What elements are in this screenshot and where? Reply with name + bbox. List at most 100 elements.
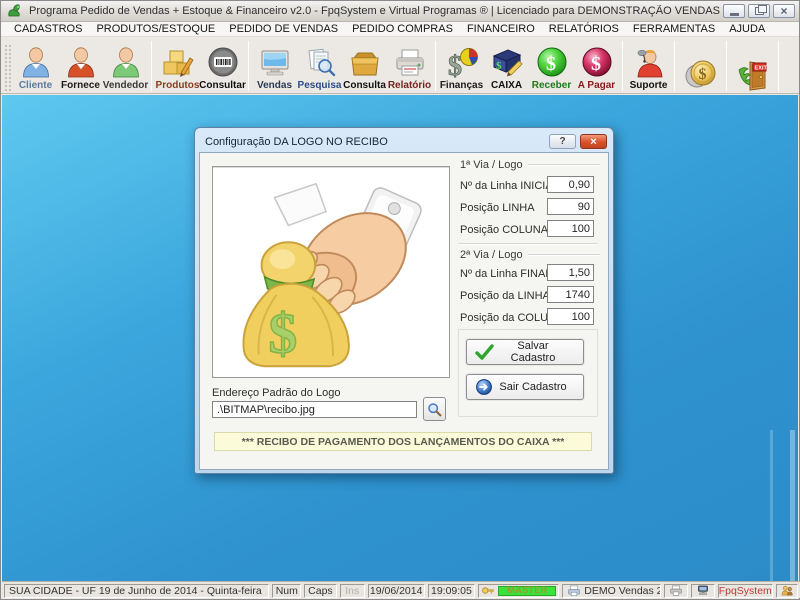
- help-icon: ?: [559, 136, 565, 147]
- browse-logo-button[interactable]: [423, 397, 446, 421]
- toolbar-financas-button[interactable]: $ Finanças: [439, 39, 484, 92]
- dialog-help-button[interactable]: ?: [549, 134, 576, 149]
- save-button-label: Salvar Cadastro: [497, 340, 583, 364]
- svg-text:$: $: [591, 53, 601, 75]
- toolbar-label: Pesquisa: [298, 80, 342, 91]
- toolbar-receber-button[interactable]: $ Receber: [529, 39, 574, 92]
- toolbar-caixa-button[interactable]: $ CAIXA: [484, 39, 529, 92]
- seller-person-icon: [109, 46, 143, 80]
- toolbar-cliente-button[interactable]: Cliente: [13, 39, 58, 92]
- toolbar-relatorio-button[interactable]: Relatório: [387, 39, 432, 92]
- field-label-posicao-linha: Posição LINHA: [460, 202, 535, 214]
- svg-text:EXIT: EXIT: [754, 65, 767, 71]
- dialog-content: $ 1ª Via / Logo Nº da Linha INICIAL Posi…: [199, 152, 609, 470]
- svg-text:$: $: [546, 53, 556, 75]
- toolbar-label: CAIXA: [491, 80, 522, 91]
- input-posicao-linha[interactable]: [547, 198, 594, 215]
- toolbar-separator: [435, 41, 436, 91]
- menu-ajuda[interactable]: AJUDA: [722, 23, 772, 35]
- close-icon: ×: [780, 6, 787, 16]
- toolbar-vendedor-button[interactable]: Vendedor: [103, 39, 148, 92]
- toolbar-label: Consultar: [199, 80, 246, 91]
- menu-cadastros[interactable]: CADASTROS: [7, 23, 89, 35]
- toolbar-label: Fornece: [61, 80, 100, 91]
- input-linha-final[interactable]: [547, 264, 594, 281]
- field-label-linha-final: Nº da Linha FINAL: [460, 268, 551, 280]
- status-ins: Ins: [340, 584, 365, 598]
- printer-icon: [669, 585, 683, 596]
- toolbar-label: Suporte: [630, 80, 668, 91]
- status-user: MASTER: [498, 586, 556, 596]
- toolbar-label: Vendedor: [103, 80, 149, 91]
- minimize-icon: [730, 13, 739, 16]
- menu-pedido-compras[interactable]: PEDIDO COMPRAS: [345, 23, 460, 35]
- menu-financeiro[interactable]: FINANCEIRO: [460, 23, 542, 35]
- field-label-posicao-da-linha: Posição da LINHA: [460, 290, 550, 302]
- toolbar-exit-button[interactable]: EXIT: [730, 39, 775, 92]
- input-posicao-da-coluna[interactable]: [547, 308, 594, 325]
- printer-mini-icon: [567, 585, 581, 596]
- section-via2-header: 2ª Via / Logo: [460, 249, 600, 261]
- report-printer-icon: [393, 46, 427, 80]
- key-icon: [481, 585, 495, 596]
- magnifier-icon: [427, 402, 442, 417]
- dialog-close-button[interactable]: ×: [580, 134, 607, 149]
- dialog-titlebar[interactable]: Configuração DA LOGO NO RECIBO ? ×: [199, 131, 609, 152]
- query-folder-icon: [348, 46, 382, 80]
- window-controls: ×: [720, 4, 795, 18]
- save-button[interactable]: Salvar Cadastro: [466, 339, 584, 365]
- input-posicao-da-linha[interactable]: [547, 286, 594, 303]
- status-brand: FpqSystem: [718, 584, 773, 598]
- products-boxes-icon: [161, 46, 195, 80]
- exit-door-icon: EXIT: [736, 57, 770, 91]
- logo-path-label: Endereço Padrão do Logo: [212, 387, 340, 399]
- logo-path-input[interactable]: [212, 401, 417, 418]
- menu-pedido-vendas[interactable]: PEDIDO DE VENDAS: [222, 23, 345, 35]
- status-printer-panel: [664, 584, 688, 598]
- toolbar-label: Consulta: [343, 80, 386, 91]
- toolbar-label: Receber: [532, 80, 571, 91]
- menu-ferramentas[interactable]: FERRAMENTAS: [626, 23, 722, 35]
- status-user-panel: MASTER: [478, 584, 559, 598]
- restore-button[interactable]: [748, 4, 770, 18]
- logo-config-dialog: Configuração DA LOGO NO RECIBO ? ×: [194, 127, 614, 474]
- toolbar-suporte-button[interactable]: Suporte: [626, 39, 671, 92]
- toolbar-pesquisa-button[interactable]: Pesquisa: [297, 39, 342, 92]
- toolbar-label: A Pagar: [578, 80, 615, 91]
- close-button[interactable]: ×: [773, 4, 795, 18]
- exit-dialog-button[interactable]: Sair Cadastro: [466, 374, 584, 400]
- toolbar-produtos-button[interactable]: Produtos: [155, 39, 200, 92]
- desktop-streak: [770, 430, 773, 581]
- toolbar-coin-button[interactable]: $: [678, 39, 723, 92]
- dialog-title: Configuração DA LOGO NO RECIBO: [205, 136, 549, 148]
- toolbar-separator: [778, 41, 779, 91]
- status-num: Num: [272, 584, 301, 598]
- menu-produtos-estoque[interactable]: PRODUTOS/ESTOQUE: [89, 23, 222, 35]
- input-posicao-coluna[interactable]: [547, 220, 594, 237]
- desktop: Configuração DA LOGO NO RECIBO ? ×: [2, 95, 798, 581]
- app-icon: [7, 3, 23, 19]
- toolbar-consulta-button[interactable]: Consulta: [342, 39, 387, 92]
- window-title: Programa Pedido de Vendas + Estoque & Fi…: [29, 5, 720, 17]
- menu-relatorios[interactable]: RELATÓRIOS: [542, 23, 626, 35]
- toolbar-grip: [4, 44, 11, 92]
- logo-preview-image: $: [212, 166, 450, 378]
- coin-icon: $: [684, 57, 718, 91]
- toolbar-vendas-button[interactable]: Vendas: [252, 39, 297, 92]
- restore-icon: [755, 7, 764, 15]
- toolbar-apagar-button[interactable]: $ A Pagar: [574, 39, 619, 92]
- menubar: CADASTROS PRODUTOS/ESTOQUE PEDIDO DE VEN…: [1, 22, 799, 37]
- toolbar-consultar-button[interactable]: Consultar: [200, 39, 245, 92]
- supplier-person-icon: [64, 46, 98, 80]
- status-app-version-panel: DEMO Vendas 2.0: [562, 584, 660, 598]
- input-linha-inicial[interactable]: [547, 176, 594, 193]
- minimize-button[interactable]: [723, 4, 745, 18]
- client-person-icon: [19, 46, 53, 80]
- section-header-text: 2ª Via / Logo: [460, 249, 523, 261]
- status-network-panel: [691, 584, 715, 598]
- header-rule: [528, 254, 600, 256]
- status-caps: Caps: [304, 584, 337, 598]
- svg-text:$: $: [496, 60, 502, 72]
- status-date: 19/06/2014: [368, 584, 425, 598]
- toolbar-fornece-button[interactable]: Fornece: [58, 39, 103, 92]
